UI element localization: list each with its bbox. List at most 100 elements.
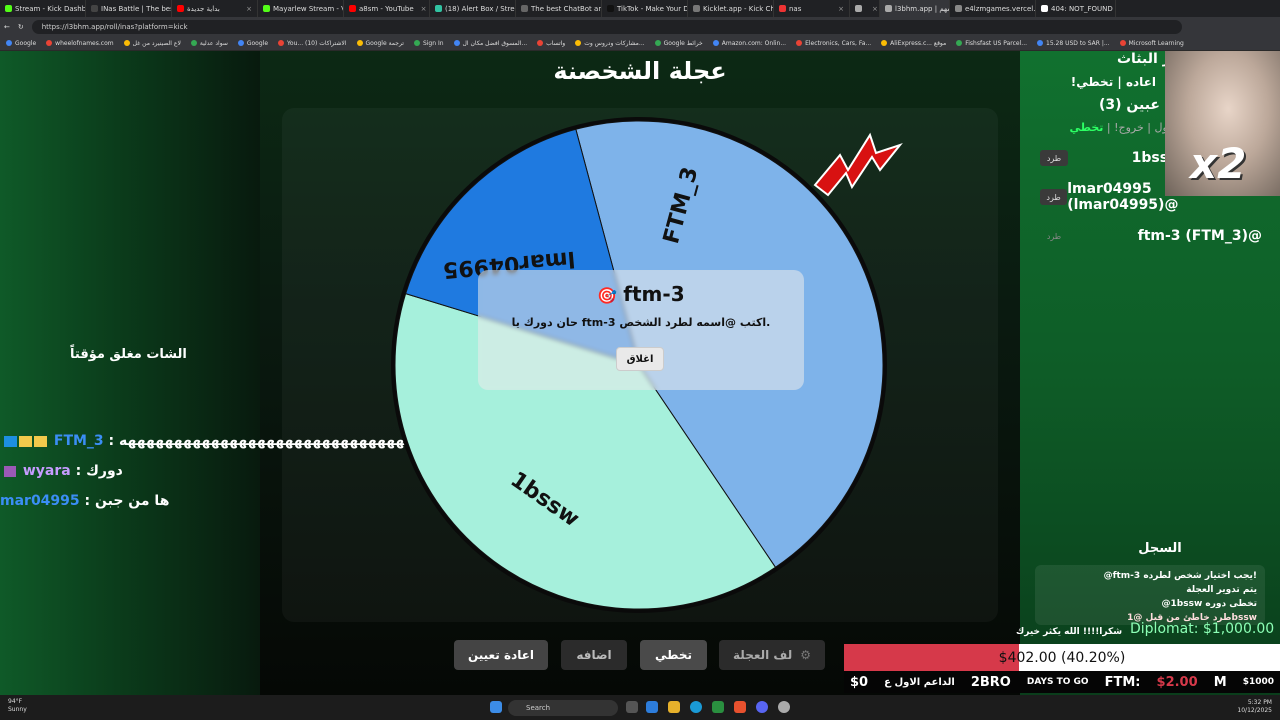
- kick-button[interactable]: طرد: [1040, 150, 1068, 166]
- close-button[interactable]: اغلاق: [616, 347, 664, 371]
- bookmark-item[interactable]: Google: [237, 39, 269, 47]
- bookmark-item[interactable]: مشاركات ودروس وت...: [575, 39, 645, 47]
- bookmark-item[interactable]: Google خرائط: [654, 40, 703, 47]
- add-button[interactable]: اضافه: [561, 640, 627, 670]
- browser-tab[interactable]: بداية جديدة ×: [172, 0, 258, 17]
- bookmark-item[interactable]: You... الاشتراكات (10): [278, 40, 347, 47]
- browser-tab[interactable]: e4lzmgames.vercel.ap×: [950, 0, 1036, 17]
- browser-tab[interactable]: Kicklet.app - Kick Cha×: [688, 0, 774, 17]
- bookmark-favicon-icon: [575, 40, 582, 46]
- winner-name: ftm-3: [623, 282, 685, 306]
- bookmark-item[interactable]: Sign In: [413, 39, 444, 47]
- tab-favicon-icon: [5, 5, 12, 12]
- browser-tab[interactable]: (18) Alert Box / Stream×: [430, 0, 516, 17]
- chat-username[interactable]: wyara: [23, 463, 71, 479]
- browser-tab[interactable]: 404: NOT_FOUND×: [1036, 0, 1116, 17]
- brave-icon[interactable]: [734, 701, 746, 713]
- tab-label: TikTok - Make Your D: [617, 4, 688, 13]
- tab-label: (18) Alert Box / Stream: [445, 4, 515, 13]
- tab-favicon-icon: [855, 5, 862, 12]
- discord-icon[interactable]: [756, 701, 768, 713]
- tab-strip: Stream - Kick Dashb×INas Battle | The be…: [0, 0, 1280, 17]
- clock[interactable]: 5:32 PM 10/12/2025: [1237, 699, 1272, 715]
- kick-button[interactable]: طرد: [1040, 189, 1068, 205]
- ticker-item: DAYS TO GO: [1026, 677, 1089, 687]
- browser-tab[interactable]: nas ×: [774, 0, 850, 17]
- bookmark-item[interactable]: Google: [6, 40, 36, 47]
- tab-label: Mayarlew Stream - Vi: [273, 4, 344, 13]
- modal-title: 🎯 ftm-3: [478, 282, 804, 306]
- multiplier-badge: x2: [1190, 139, 1247, 188]
- taskbar: 94°F Sunny Search 5:32 PM 10/12/2025: [0, 695, 1280, 720]
- file-explorer-icon[interactable]: [668, 701, 680, 713]
- bookmark-item[interactable]: المسوق افضل مكان ال...: [453, 40, 527, 47]
- bookmark-item[interactable]: Electronics, Cars, Fa...: [796, 40, 871, 47]
- search-input[interactable]: Search: [508, 700, 618, 716]
- bookmark-label: مشاركات ودروس وت...: [584, 39, 645, 47]
- bookmark-label: Google: [246, 39, 269, 47]
- spin-wheel-button[interactable]: لف العجلة ⚙: [719, 640, 825, 670]
- close-tab-icon[interactable]: ×: [834, 5, 844, 13]
- close-tab-icon[interactable]: ×: [417, 5, 427, 13]
- url-input[interactable]: https://l3bhm.app/roll/inas?platform=kic…: [31, 19, 1182, 34]
- cmd-exit[interactable]: خروج!: [1114, 121, 1144, 134]
- browser-tab[interactable]: The best ChatBot and×: [516, 0, 602, 17]
- bookmark-favicon-icon: [881, 40, 888, 46]
- bookmark-favicon-icon: [453, 40, 460, 46]
- bookmark-item[interactable]: Microsoft Learning: [1119, 40, 1184, 47]
- goal-caption: شكرا!!!! الله يكثر خيرك: [1016, 627, 1123, 637]
- browser-tab[interactable]: ×: [850, 0, 880, 17]
- right-header-2: !اعاده | تخطي: [1070, 75, 1156, 89]
- bookmark-label: Sign In: [422, 39, 444, 47]
- tab-favicon-icon: [607, 5, 614, 12]
- ticker-item: FTM:: [1104, 674, 1141, 690]
- close-tab-icon[interactable]: ×: [242, 5, 252, 13]
- tab-label: Kicklet.app - Kick Cha: [703, 4, 774, 13]
- bookmark-item[interactable]: سواد عدلية: [190, 39, 228, 47]
- bookmark-item[interactable]: لاع الصينيرد من غل: [123, 39, 181, 47]
- kick-button[interactable]: طرد: [1040, 228, 1068, 244]
- bookmark-item[interactable]: Fishsfast US Parcel...: [956, 40, 1027, 47]
- crown-icon: [34, 435, 47, 447]
- skip-button[interactable]: تخطي: [640, 640, 707, 670]
- app-icon[interactable]: [778, 701, 790, 713]
- log-item: @ftm-3 يجب اختيار شخص لطرده!: [1103, 571, 1257, 581]
- task-view-icon[interactable]: [626, 701, 638, 713]
- bookmark-label: 15.28 USD to SAR |...: [1046, 39, 1110, 47]
- browser-tab[interactable]: Mayarlew Stream - Vi×: [258, 0, 344, 17]
- bookmark-favicon-icon: [537, 40, 544, 46]
- bookmark-item[interactable]: واتساب: [537, 40, 565, 47]
- players-count: عبين (3): [1098, 97, 1160, 113]
- reload-icon[interactable]: ↻: [18, 23, 24, 31]
- windows-start-icon[interactable]: [490, 701, 502, 713]
- bookmark-item[interactable]: Google ترجمة: [356, 39, 404, 47]
- app-icon[interactable]: [646, 701, 658, 713]
- bookmark-label: Fishsfast US Parcel...: [965, 39, 1028, 47]
- browser-tab[interactable]: Stream - Kick Dashb×: [0, 0, 86, 17]
- reset-button[interactable]: اعادة تعيين: [454, 640, 548, 670]
- bookmark-item[interactable]: wheelofnames.com: [46, 40, 114, 47]
- close-tab-icon[interactable]: ×: [868, 5, 878, 13]
- bookmark-label: سواد عدلية: [199, 39, 228, 47]
- chat-username[interactable]: mar04995: [0, 493, 80, 509]
- bookmark-favicon-icon: [123, 40, 130, 46]
- tab-label: l3bhm.app | السهم: [895, 4, 949, 13]
- bookmark-item[interactable]: AliExpress.c... موقع: [881, 40, 946, 47]
- browser-tab[interactable]: INas Battle | The best×: [86, 0, 172, 17]
- chat-username[interactable]: FTM_3: [54, 433, 104, 449]
- app-icon[interactable]: [712, 701, 724, 713]
- bookmark-item[interactable]: 15.28 USD to SAR |...: [1037, 40, 1110, 47]
- bookmark-label: لاع الصينيرد من غل: [132, 39, 181, 47]
- bookmark-item[interactable]: Amazon.com: Onlin...: [712, 40, 786, 47]
- edge-icon[interactable]: [690, 701, 702, 713]
- target-icon: 🎯: [597, 286, 618, 305]
- tab-favicon-icon: [955, 5, 962, 12]
- bookmark-favicon-icon: [796, 40, 803, 46]
- weather-widget[interactable]: 94°F Sunny: [8, 698, 27, 714]
- back-icon[interactable]: ←: [4, 23, 10, 31]
- browser-tab[interactable]: l3bhm.app | السهم×: [880, 0, 950, 17]
- bookmark-favicon-icon: [413, 40, 420, 46]
- bookmark-label: Google ترجمة: [365, 39, 404, 47]
- browser-tab[interactable]: a8sm - YouTube ×: [344, 0, 430, 17]
- browser-tab[interactable]: TikTok - Make Your D×: [602, 0, 688, 17]
